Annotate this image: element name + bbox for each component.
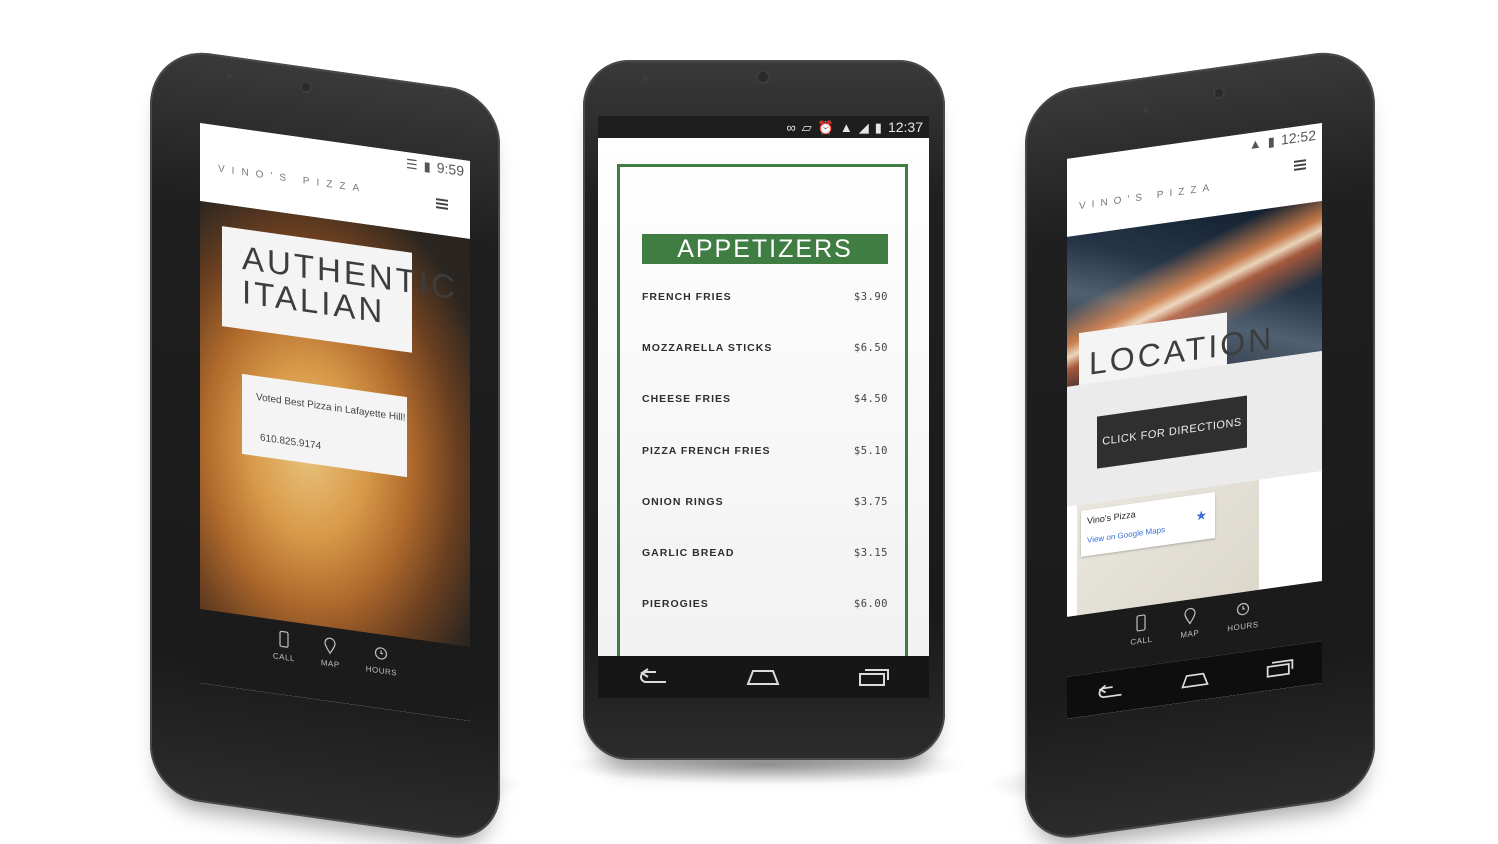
- menu-icon[interactable]: [436, 196, 448, 212]
- right-camera-icon: [1215, 89, 1223, 97]
- map-pin-icon: [1184, 607, 1196, 625]
- menu-list: FRENCH FRIES $3.90 MOZZARELLA STICKS $6.…: [642, 271, 888, 630]
- battery-icon: ▮: [423, 157, 431, 174]
- clock-icon: [1236, 602, 1250, 616]
- menu-item-name: PIZZA FRENCH FRIES: [642, 444, 771, 457]
- left-phone: ☰ ▮ 9:59 VINO'S PIZZA AUTHENTIC ITALIAN …: [150, 45, 500, 844]
- right-sensor: [1143, 107, 1149, 113]
- menu-item-price: $6.00: [853, 598, 888, 611]
- right-brand: VINO'S PIZZA: [1079, 182, 1216, 213]
- tab-call[interactable]: CALL: [273, 629, 295, 696]
- tab-hours-label: HOURS: [365, 664, 398, 678]
- right-phone: ▲ ▮ 12:52 VINO'S PIZZA LOCATION CLICK FO…: [1025, 45, 1375, 844]
- menu-heading: APPETIZERS: [642, 234, 888, 264]
- phone-number[interactable]: 610.825.9174: [260, 432, 321, 452]
- google-maps-link[interactable]: View on Google Maps: [1087, 525, 1165, 545]
- tagline: Voted Best Pizza in Lafayette Hill!: [256, 391, 406, 424]
- map-pin-icon: [324, 637, 336, 655]
- menu-item-name: ONION RINGS: [642, 495, 724, 508]
- left-screen: ☰ ▮ 9:59 VINO'S PIZZA AUTHENTIC ITALIAN …: [200, 123, 470, 721]
- menu-item[interactable]: FRENCH FRIES $3.90: [642, 271, 888, 322]
- menu-item[interactable]: ONION RINGS $3.75: [642, 476, 888, 527]
- menu-item-price: $3.75: [853, 495, 888, 508]
- recents-icon: [1266, 659, 1293, 678]
- phone-icon: [279, 630, 289, 648]
- tab-call-label: CALL: [1130, 634, 1153, 647]
- left-sensor: [226, 73, 232, 79]
- home-icon: [1180, 672, 1209, 689]
- menu-item-name: FRENCH FRIES: [642, 290, 732, 303]
- menu-item-name: PIEROGIES: [642, 598, 709, 611]
- menu-card: APPETIZERS FRENCH FRIES $3.90 MOZZARELLA…: [598, 138, 929, 684]
- center-nav-bar: [598, 656, 929, 698]
- recents-icon: [858, 669, 889, 686]
- tab-call[interactable]: CALL: [1130, 613, 1152, 668]
- tab-map-label: MAP: [1180, 628, 1200, 640]
- phone-icon: [1136, 614, 1146, 632]
- menu-item[interactable]: PIZZA FRENCH FRIES $5.10: [642, 425, 888, 476]
- tab-hours[interactable]: HOURS: [1227, 598, 1259, 654]
- tab-map-label: MAP: [320, 657, 340, 670]
- menu-item-price: $3.15: [853, 547, 888, 560]
- center-sensor: [642, 76, 648, 82]
- wifi-icon: ▲: [839, 119, 853, 135]
- tab-call-label: CALL: [272, 651, 295, 664]
- center-screen: ∞ ▱ ⏰ ▲ ◢ ▮ 12:37 APPETIZERS FRENCH FRIE…: [598, 116, 929, 698]
- tab-map[interactable]: MAP: [1180, 606, 1199, 661]
- menu-item-name: MOZZARELLA STICKS: [642, 341, 773, 354]
- tab-hours-label: HOURS: [1227, 619, 1259, 634]
- map-place-name: Vino's Pizza: [1087, 509, 1136, 527]
- tab-hours[interactable]: HOURS: [366, 642, 397, 710]
- menu-item[interactable]: MOZZARELLA STICKS $6.50: [642, 322, 888, 373]
- menu-item-price: $6.50: [853, 341, 888, 354]
- vibrate-icon: ▱: [801, 119, 812, 135]
- menu-item-price: $4.50: [853, 393, 888, 406]
- back-icon: [640, 668, 667, 683]
- center-status-time: 12:37: [887, 119, 923, 135]
- center-camera-icon: [758, 72, 768, 82]
- map-info-card: Vino's Pizza View on Google Maps ★: [1081, 492, 1215, 557]
- menu-item-price: $3.90: [853, 290, 888, 303]
- center-phone: ∞ ▱ ⏰ ▲ ◢ ▮ 12:37 APPETIZERS FRENCH FRIE…: [583, 60, 945, 760]
- menu-item-price: $5.10: [853, 444, 888, 457]
- battery-icon: ▮: [874, 119, 882, 135]
- wifi-icon: ☰: [405, 155, 418, 173]
- menu-frame: APPETIZERS FRENCH FRIES $3.90 MOZZARELLA…: [617, 164, 908, 684]
- menu-item[interactable]: PIEROGIES $6.00: [642, 579, 888, 630]
- alarm-icon: ⏰: [817, 119, 834, 135]
- back-icon: [1098, 684, 1121, 699]
- hero-title: AUTHENTIC ITALIAN: [242, 238, 458, 331]
- menu-item-name: CHEESE FRIES: [642, 393, 732, 406]
- recents-button[interactable]: [854, 664, 894, 690]
- back-button[interactable]: [633, 664, 673, 690]
- home-button[interactable]: [1175, 664, 1215, 696]
- right-screen: ▲ ▮ 12:52 VINO'S PIZZA LOCATION CLICK FO…: [1067, 123, 1322, 719]
- bluetooth-icon: ∞: [786, 119, 796, 135]
- menu-icon[interactable]: [1294, 157, 1306, 173]
- wifi-icon: ▲: [1248, 134, 1262, 152]
- recents-button[interactable]: [1260, 652, 1300, 684]
- left-camera-icon: [302, 83, 310, 91]
- signal-icon: ◢: [858, 119, 869, 135]
- back-button[interactable]: [1090, 676, 1130, 708]
- tab-map[interactable]: MAP: [321, 636, 340, 703]
- scene: ☰ ▮ 9:59 VINO'S PIZZA AUTHENTIC ITALIAN …: [0, 0, 1498, 844]
- menu-item[interactable]: CHEESE FRIES $4.50: [642, 374, 888, 425]
- battery-icon: ▮: [1267, 133, 1275, 150]
- clock-icon: [375, 647, 388, 660]
- left-status-time: 9:59: [436, 159, 464, 180]
- star-icon[interactable]: ★: [1195, 507, 1207, 525]
- directions-button[interactable]: CLICK FOR DIRECTIONS: [1097, 395, 1247, 469]
- menu-item-name: GARLIC BREAD: [642, 547, 735, 560]
- menu-item[interactable]: GARLIC BREAD $3.15: [642, 527, 888, 578]
- center-status-bar: ∞ ▱ ⏰ ▲ ◢ ▮ 12:37: [598, 116, 929, 138]
- home-button[interactable]: [743, 664, 783, 690]
- right-status-time: 12:52: [1280, 126, 1316, 148]
- home-icon: [747, 670, 780, 685]
- left-brand: VINO'S PIZZA: [218, 163, 367, 196]
